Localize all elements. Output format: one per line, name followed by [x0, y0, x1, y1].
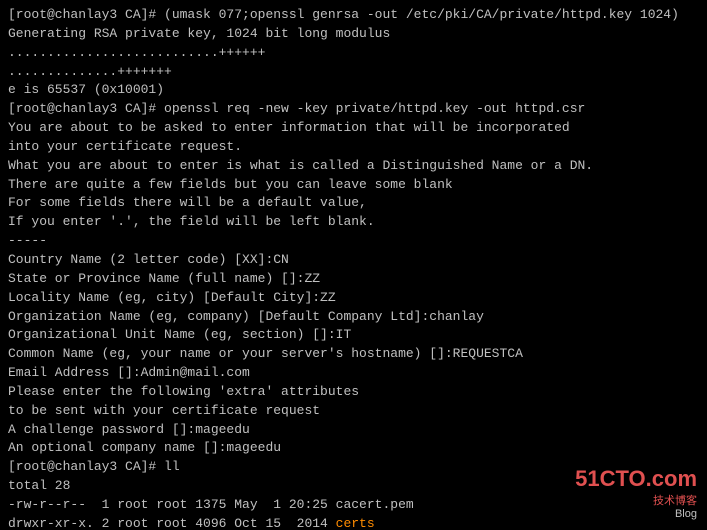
- line-highlighted: certs: [336, 516, 375, 530]
- watermark-main: 51CTO.com: [575, 466, 697, 492]
- terminal-line: -----: [8, 232, 699, 251]
- terminal-line: For some fields there will be a default …: [8, 194, 699, 213]
- watermark: 51CTO.com 技术博客 Blog: [575, 466, 697, 520]
- terminal-line: Locality Name (eg, city) [Default City]:…: [8, 289, 699, 308]
- terminal-line: [root@chanlay3 CA]# (umask 077;openssl g…: [8, 6, 699, 25]
- terminal-line: e is 65537 (0x10001): [8, 81, 699, 100]
- watermark-blog: Blog: [575, 508, 697, 520]
- terminal-line: Country Name (2 letter code) [XX]:CN: [8, 251, 699, 270]
- terminal-line: ...........................++++++: [8, 44, 699, 63]
- terminal-output: [root@chanlay3 CA]# (umask 077;openssl g…: [8, 6, 699, 530]
- terminal-line: Please enter the following 'extra' attri…: [8, 383, 699, 402]
- terminal-line: [root@chanlay3 CA]# openssl req -new -ke…: [8, 100, 699, 119]
- terminal-line: Organizational Unit Name (eg, section) […: [8, 326, 699, 345]
- watermark-sub: 技术博客: [575, 492, 697, 508]
- terminal-line: A challenge password []:mageedu: [8, 421, 699, 440]
- line-text: drwxr-xr-x. 2 root root 4096 Oct 15 2014: [8, 516, 336, 530]
- terminal-line: You are about to be asked to enter infor…: [8, 119, 699, 138]
- terminal-line: to be sent with your certificate request: [8, 402, 699, 421]
- terminal-line: An optional company name []:mageedu: [8, 439, 699, 458]
- terminal-line: What you are about to enter is what is c…: [8, 157, 699, 176]
- terminal-line: into your certificate request.: [8, 138, 699, 157]
- terminal-line: Generating RSA private key, 1024 bit lon…: [8, 25, 699, 44]
- terminal-line: Organization Name (eg, company) [Default…: [8, 308, 699, 327]
- terminal-line: Email Address []:Admin@mail.com: [8, 364, 699, 383]
- terminal-line: There are quite a few fields but you can…: [8, 176, 699, 195]
- terminal: [root@chanlay3 CA]# (umask 077;openssl g…: [0, 0, 707, 530]
- terminal-line: ..............+++++++: [8, 63, 699, 82]
- terminal-line: State or Province Name (full name) []:ZZ: [8, 270, 699, 289]
- terminal-line: If you enter '.', the field will be left…: [8, 213, 699, 232]
- terminal-line: Common Name (eg, your name or your serve…: [8, 345, 699, 364]
